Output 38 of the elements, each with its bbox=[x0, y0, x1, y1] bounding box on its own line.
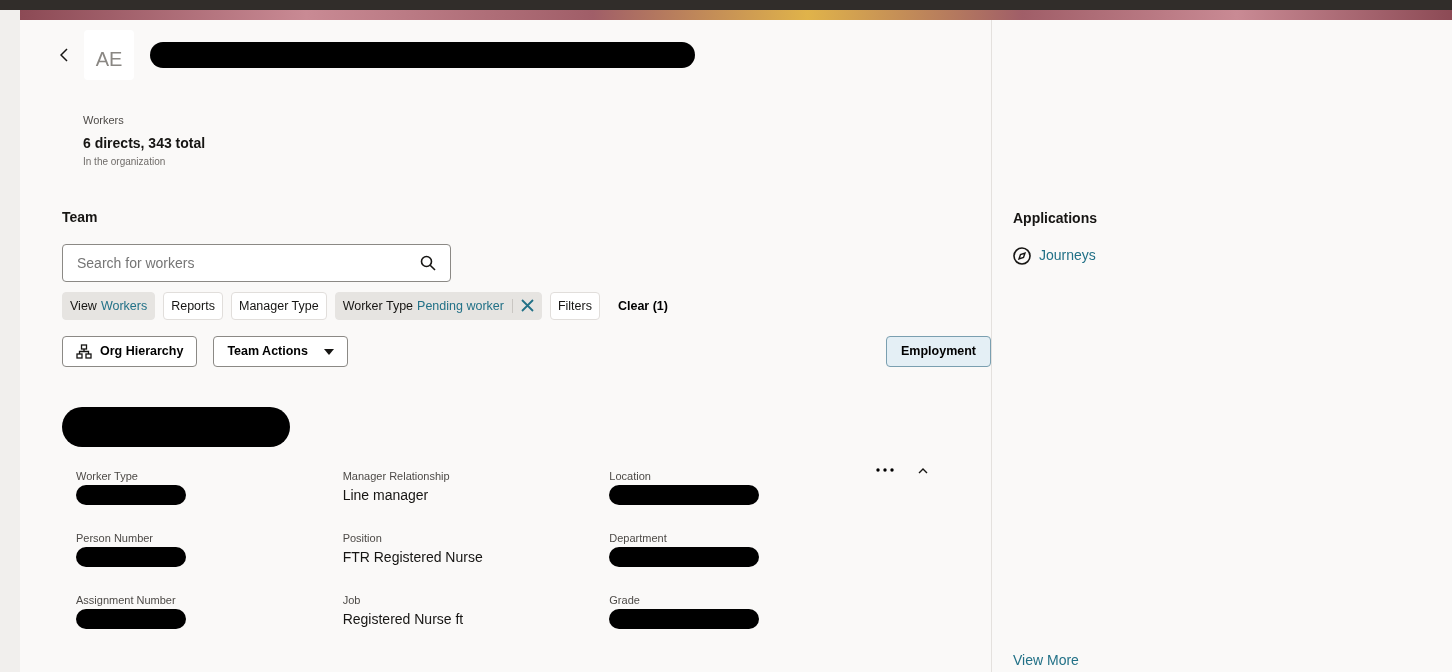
field-label: Assignment Number bbox=[76, 593, 177, 609]
journeys-link[interactable]: Journeys bbox=[1013, 245, 1452, 266]
filter-chip[interactable]: Filters bbox=[549, 291, 600, 321]
field-label: Person Number bbox=[76, 531, 155, 547]
workers-label: Workers bbox=[83, 113, 125, 128]
close-icon[interactable] bbox=[520, 299, 534, 313]
filter-chip[interactable]: Worker Type Pending worker bbox=[334, 291, 542, 321]
field-value: Line manager bbox=[342, 485, 430, 505]
team-actions-dropdown[interactable]: Team Actions bbox=[213, 336, 348, 368]
field-label: Position bbox=[342, 531, 383, 547]
applications-heading: Applications bbox=[1013, 209, 1098, 228]
field-label: Manager Relationship bbox=[342, 469, 451, 485]
hierarchy-icon bbox=[76, 344, 92, 360]
team-heading: Team bbox=[62, 207, 99, 227]
field-label: Job bbox=[342, 593, 362, 609]
filter-chip[interactable]: View Workers bbox=[62, 291, 156, 321]
field-value: FTR Registered Nurse bbox=[342, 547, 484, 567]
field-label: Location bbox=[609, 469, 652, 485]
back-icon[interactable] bbox=[60, 48, 68, 62]
collapse-icon[interactable] bbox=[918, 468, 928, 475]
field-label: Worker Type bbox=[76, 469, 139, 485]
avatar: AE bbox=[84, 30, 134, 80]
employment-button[interactable]: Employment bbox=[886, 336, 991, 368]
field-label: Grade bbox=[609, 593, 641, 609]
view-more-link[interactable]: View More bbox=[1013, 652, 1079, 668]
workers-note: In the organization bbox=[83, 154, 167, 169]
field-label: Department bbox=[609, 531, 668, 547]
workers-count: 6 directs, 343 total bbox=[83, 133, 207, 153]
caret-icon bbox=[323, 348, 334, 355]
clear-filters-button[interactable]: Clear (1) bbox=[607, 292, 678, 320]
search-icon[interactable] bbox=[420, 254, 436, 271]
compass-icon bbox=[1013, 246, 1031, 265]
org-hierarchy-button[interactable]: Org Hierarchy bbox=[62, 336, 198, 368]
field-value: Registered Nurse ft bbox=[342, 609, 465, 629]
filter-chip[interactable]: Reports bbox=[163, 291, 223, 321]
search-field[interactable]: Search for workers bbox=[62, 243, 451, 282]
filter-chip[interactable]: Manager Type bbox=[230, 291, 327, 321]
more-options-icon[interactable] bbox=[876, 468, 894, 473]
